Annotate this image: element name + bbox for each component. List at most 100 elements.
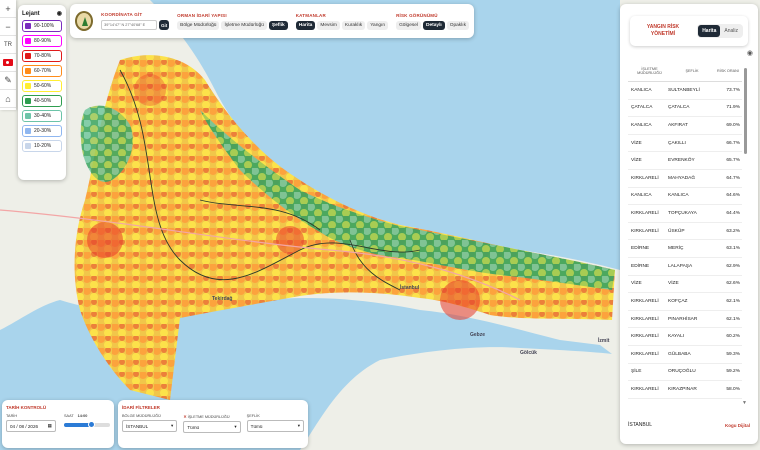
legend-swatch xyxy=(25,68,31,74)
unit-label-text: İŞLETME MÜDÜRLÜĞÜ xyxy=(187,415,230,419)
visibility-eye-icon[interactable]: ◉ xyxy=(747,49,753,57)
risk-view-button[interactable]: Opaklık xyxy=(446,20,469,30)
legend-swatch xyxy=(25,128,31,134)
legend-label: 40-50% xyxy=(34,98,52,104)
legend-item[interactable]: 30-40% xyxy=(22,110,62,122)
cell-unit: ŞİLE xyxy=(631,369,642,375)
legend-swatch xyxy=(25,98,31,104)
time-slider[interactable] xyxy=(64,421,110,428)
region-label: BÖLGE MÜDÜRLÜĞÜ xyxy=(122,414,161,418)
time-slider-handle[interactable] xyxy=(87,421,95,428)
unit-label: ✕ İŞLETME MÜDÜRLÜĞÜ xyxy=(183,414,240,419)
cell-unit: KANLICA xyxy=(631,122,652,128)
cell-chief: PINARHİSAR xyxy=(668,316,698,322)
table-row[interactable]: ŞİLE ORUÇOĞLU 59.2% xyxy=(628,364,742,382)
cell-risk: 59.3% xyxy=(726,351,740,357)
risk-view-button[interactable]: Gölgesel xyxy=(396,20,421,30)
scroll-down-icon[interactable]: ▼ xyxy=(742,400,747,406)
admin-unit-button[interactable]: İşletme Müdürlüğü xyxy=(221,20,267,30)
table-row[interactable]: KIRKLARELİ TOPÇUKAYA 64.4% xyxy=(628,205,742,223)
table-row[interactable]: VİZE EVRENKÖY 65.7% xyxy=(628,152,742,170)
date-input[interactable]: 04 / 08 / 2026 ▦ xyxy=(6,420,56,432)
legend-item[interactable]: 40-50% xyxy=(22,95,62,107)
region-select[interactable]: İSTANBUL ▾ xyxy=(122,420,178,432)
risk-hotspot[interactable] xyxy=(440,280,480,320)
map-label-tekirdag: Tekirdağ xyxy=(212,296,233,302)
zoom-in-button[interactable]: + xyxy=(0,0,16,18)
table-row[interactable]: KIRKLARELİ KOFÇAZ 62.1% xyxy=(628,293,742,311)
table-row[interactable]: KIRKLARELİ ÜSKÜP 63.2% xyxy=(628,223,742,241)
cell-chief: ORUÇOĞLU xyxy=(668,369,696,375)
cell-unit: KIRKLARELİ xyxy=(631,334,659,340)
zoom-out-button[interactable]: − xyxy=(0,18,16,36)
layer-button[interactable]: Kuraklık xyxy=(341,20,366,30)
language-button[interactable]: TR xyxy=(0,36,16,54)
cell-risk: 62.9% xyxy=(726,263,740,269)
unit-select[interactable]: Tümü ▾ xyxy=(183,421,241,433)
table-row[interactable]: KANLICA KANLICA 64.6% xyxy=(628,188,742,206)
cell-unit: EDİRNE xyxy=(631,246,650,252)
table-scrollbar[interactable] xyxy=(744,68,747,154)
table-row[interactable]: EDİRNE MERİÇ 63.1% xyxy=(628,240,742,258)
risk-view-button[interactable]: Detaylı xyxy=(423,20,445,30)
table-row[interactable]: KANLICA AKFIRAT 69.0% xyxy=(628,117,742,135)
date-label: TARİH xyxy=(6,414,18,418)
table-row[interactable]: ÇATALCA ÇATALCA 71.9% xyxy=(628,100,742,118)
table-row[interactable]: KIRKLARELİ PINARHİSAR 62.1% xyxy=(628,311,742,329)
draw-button[interactable]: ✎ xyxy=(0,72,16,90)
legend-list: 90-100% 80-90% 70-80% 60-70% 50-60% 40-50% 30-… xyxy=(22,20,62,152)
table-row[interactable]: KIRKLARELİ KIRAZPINAR 58.0% xyxy=(628,381,742,399)
legend-item[interactable]: 90-100% xyxy=(22,20,62,32)
flag-button[interactable] xyxy=(0,54,16,72)
admin-unit-button[interactable]: Bölge Müdürlüğü xyxy=(177,20,220,30)
risk-table: İŞLETME MÜDÜRLÜĞÜ ŞEFLİK RİSK ORANI KANL… xyxy=(628,60,742,399)
cell-unit: KIRKLARELİ xyxy=(631,175,659,181)
cell-unit: VİZE xyxy=(631,281,642,287)
table-row[interactable]: EDİRNE LALAPAŞA 62.9% xyxy=(628,258,742,276)
legend-label: 50-60% xyxy=(34,83,52,89)
chevron-down-icon: ▾ xyxy=(234,424,237,429)
time-label: SAAT xyxy=(64,414,74,418)
time-value: 14:00 xyxy=(77,414,88,418)
go-button[interactable]: Git xyxy=(159,20,170,30)
table-row[interactable]: KIRKLARELİ KAYALI 60.2% xyxy=(628,328,742,346)
chief-label: ŞEFLİK xyxy=(246,414,260,418)
cell-unit: KANLICA xyxy=(631,193,652,199)
turkey-flag-icon xyxy=(3,59,13,66)
calendar-icon[interactable]: ▦ xyxy=(48,423,52,429)
risk-hotspot[interactable] xyxy=(134,74,166,106)
forestry-logo xyxy=(75,11,94,31)
home-button[interactable]: ⌂ xyxy=(0,90,16,108)
table-row[interactable]: VİZE ÇAKILLI 66.7% xyxy=(628,135,742,153)
table-row[interactable]: KIRKLARELİ GÜLBABA 59.3% xyxy=(628,346,742,364)
region-value: İSTANBUL xyxy=(126,423,149,429)
legend-item[interactable]: 20-30% xyxy=(22,125,62,137)
table-row[interactable]: KANLICA SULTANBEYLİ 73.7% xyxy=(628,82,742,100)
tab-analysis[interactable]: Analiz xyxy=(720,25,742,37)
admin-structure-group: ORMAN İDARİ YAPISI Bölge Müdürlüğü İşletm… xyxy=(177,13,288,30)
legend-item[interactable]: 80-90% xyxy=(22,35,62,47)
legend-item[interactable]: 60-70% xyxy=(22,65,62,77)
legend-item[interactable]: 10-20% xyxy=(22,140,62,152)
cell-chief: VİZE xyxy=(668,281,679,287)
tab-map[interactable]: Harita xyxy=(698,25,721,37)
map-label-izmit: İzmit xyxy=(598,338,610,344)
legend-item[interactable]: 50-60% xyxy=(22,80,62,92)
risk-hotspot[interactable] xyxy=(87,222,123,258)
cell-unit: KIRKLARELİ xyxy=(631,298,659,304)
layer-button[interactable]: Harita xyxy=(295,20,316,30)
cell-risk: 63.2% xyxy=(726,228,740,234)
legend-label: 10-20% xyxy=(34,143,52,149)
eye-icon[interactable]: ◉ xyxy=(57,10,62,17)
chevron-down-icon: ▾ xyxy=(171,423,174,428)
table-row[interactable]: KIRKLARELİ MAHYADAĞ 64.7% xyxy=(628,170,742,188)
coordinate-input[interactable]: 39°14'47" N 27°40'68" E xyxy=(101,20,158,30)
legend-item[interactable]: 70-80% xyxy=(22,50,62,62)
admin-unit-button[interactable]: Şeflik xyxy=(268,20,288,30)
layers-title: KATMANLAR xyxy=(295,12,326,18)
layer-button[interactable]: Mevsim xyxy=(317,20,340,30)
layer-button[interactable]: Yangın xyxy=(367,20,389,30)
cell-risk: 69.0% xyxy=(726,122,740,128)
table-row[interactable]: VİZE VİZE 62.6% xyxy=(628,276,742,294)
chief-select[interactable]: Tümü ▾ xyxy=(246,420,304,432)
